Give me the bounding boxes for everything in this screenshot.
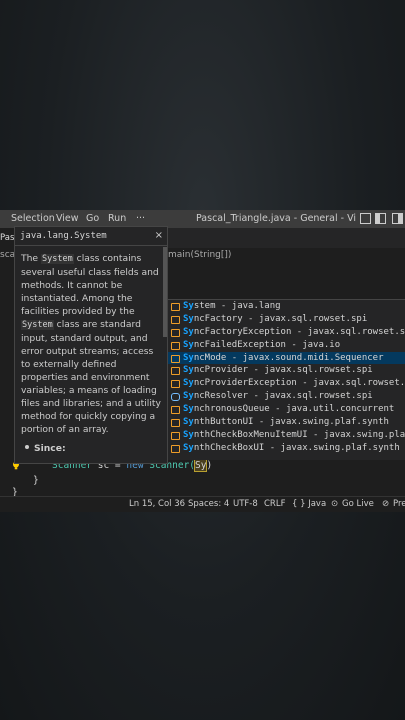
suggestion-item[interactable]: SyncResolver - javax.sql.rowset.spi	[167, 390, 405, 403]
class-icon	[171, 315, 180, 324]
status-indentation[interactable]: Spaces: 4	[188, 499, 229, 509]
class-icon	[171, 341, 180, 350]
inline-code: System	[21, 320, 54, 330]
hover-documentation[interactable]: java.lang.System × The System class cont…	[14, 226, 168, 464]
class-icon	[171, 406, 180, 415]
code-line-brace-inner: }	[33, 475, 39, 486]
interface-icon	[171, 393, 180, 402]
hover-scrollbar[interactable]	[163, 247, 167, 337]
class-icon	[171, 419, 180, 428]
status-cursor-position[interactable]: Ln 15, Col 36	[129, 499, 185, 509]
suggestion-item[interactable]: SyncFailedException - java.io	[167, 339, 405, 352]
code-typed-text: Sy	[193, 459, 208, 472]
class-icon	[171, 431, 180, 440]
hover-description: The System class contains several useful…	[21, 252, 163, 455]
suggestion-item-selected[interactable]: SyncMode - javax.sound.midi.Sequencer	[167, 351, 405, 365]
menu-selection[interactable]: Selection	[11, 213, 55, 224]
status-prettier[interactable]: Pre	[393, 499, 405, 509]
layout-toggle-icon[interactable]	[360, 213, 371, 224]
status-eol[interactable]: CRLF	[264, 499, 285, 509]
class-icon	[171, 354, 180, 363]
suggestion-item[interactable]: SyncFactoryException - javax.sql.rowset.…	[167, 326, 405, 339]
status-language[interactable]: { } Java	[292, 499, 326, 509]
menu-view[interactable]: View	[56, 213, 79, 224]
breadcrumb-file[interactable]: scal_	[0, 250, 14, 260]
status-encoding[interactable]: UTF-8	[233, 499, 258, 509]
sidebar-toggle-icon[interactable]	[392, 213, 403, 224]
suggestion-item[interactable]: SyncProviderException - javax.sql.rowset…	[167, 377, 405, 390]
suggestion-list[interactable]: System - java.lang SyncFactory - javax.s…	[166, 299, 405, 460]
hover-title: java.lang.System	[20, 231, 107, 241]
breadcrumb-method[interactable]: main(String[])	[168, 250, 231, 260]
menu-go[interactable]: Go	[86, 213, 99, 224]
code-close-paren: )	[206, 460, 213, 471]
class-icon	[171, 380, 180, 389]
suggestion-item[interactable]: SynchronousQueue - java.util.concurrent	[167, 403, 405, 416]
suggestion-item[interactable]: SyncProvider - javax.sql.rowset.spi	[167, 364, 405, 377]
status-bar: Ln 15, Col 36 Spaces: 4 UTF-8 CRLF { } J…	[0, 496, 405, 512]
hover-divider	[15, 245, 167, 246]
suggestion-item[interactable]: SynthButtonUI - javax.swing.plaf.synth	[167, 416, 405, 429]
since-label: Since:	[34, 443, 66, 454]
class-icon	[171, 303, 180, 311]
class-icon	[171, 328, 180, 337]
close-icon[interactable]: ×	[155, 229, 163, 242]
class-icon	[171, 444, 180, 453]
suggestion-item[interactable]: SynthCheckBoxUI - javax.swing.plaf.synth	[167, 442, 405, 455]
status-golive[interactable]: Go Live	[342, 499, 374, 509]
suggestion-item[interactable]: SynthCheckBoxMenuItemUI - javax.swing.pl…	[167, 429, 405, 442]
menu-more[interactable]: ···	[136, 213, 145, 224]
suggestion-item[interactable]: SyncFactory - javax.sql.rowset.spi	[167, 313, 405, 326]
class-icon	[171, 367, 180, 376]
inline-code: System	[41, 254, 74, 264]
prettier-icon: ⊘	[382, 499, 390, 509]
menu-run[interactable]: Run	[108, 213, 126, 224]
window-title: Pascal_Triangle.java - General - Visual …	[196, 213, 356, 224]
bullet-icon	[25, 445, 29, 449]
golive-icon: ⊙	[331, 499, 339, 509]
since-item: Since:	[21, 442, 163, 455]
suggestion-item[interactable]: System - java.lang	[167, 300, 405, 313]
panel-toggle-icon[interactable]	[375, 213, 386, 224]
